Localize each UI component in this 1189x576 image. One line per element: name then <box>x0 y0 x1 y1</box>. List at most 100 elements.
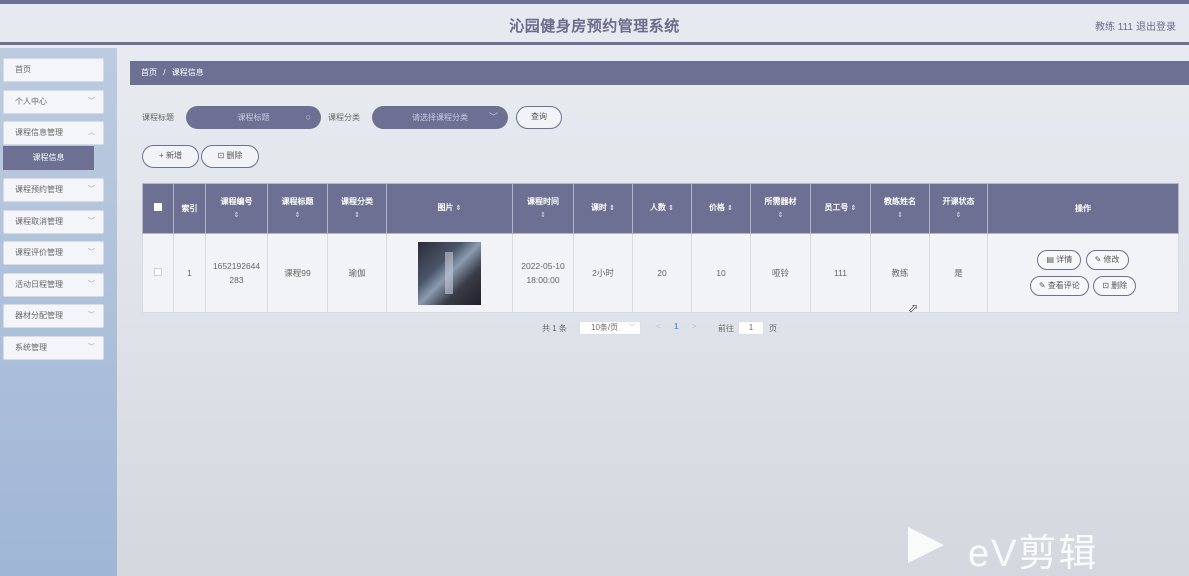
sidebar-item-personal[interactable]: 个人中心 ﹀ <box>3 90 104 114</box>
row-checkbox[interactable] <box>154 268 162 276</box>
column-header-people[interactable]: 人数 ⇕ <box>632 183 692 234</box>
edit-icon: ✎ <box>1094 255 1104 264</box>
sidebar: 首页 个人中心 ﹀ 课程信息管理 ︿ 课程信息 课程预约管理 ﹀ 课程取消管理 ﹀ 课程… <box>0 48 117 576</box>
sidebar-item-review-mgmt[interactable]: 课程评价管理 ﹀ <box>3 241 104 265</box>
sort-icon[interactable]: ⇕ <box>851 205 857 212</box>
chevron-down-icon: ﹀ <box>628 323 636 332</box>
sort-icon[interactable]: ⇕ <box>513 209 573 223</box>
cell-hours: 2小时 <box>573 233 633 313</box>
column-header-time[interactable]: 课程时间 ⇕ <box>512 183 574 234</box>
query-button[interactable]: 查询 <box>516 106 562 129</box>
pagination-total: 共 1 条 <box>542 324 567 333</box>
sidebar-item-cancel-mgmt[interactable]: 课程取消管理 ﹀ <box>3 210 104 234</box>
goto-page-input[interactable]: 1 <box>738 321 764 335</box>
breadcrumb: 首页 / 课程信息 <box>130 61 1189 85</box>
title-filter-label: 课程标题 <box>142 113 174 122</box>
category-select-placeholder: 请选择课程分类 <box>412 113 468 122</box>
delete-button[interactable]: ⊡ 删除 <box>201 145 259 168</box>
chevron-down-icon: ﹀ <box>88 344 95 351</box>
edit-icon: ✎ <box>1038 281 1048 290</box>
cell-index: 1 <box>173 233 206 313</box>
page-number-current[interactable]: 1 <box>674 322 678 331</box>
column-header-staff-no[interactable]: 员工号 ⇕ <box>810 183 871 234</box>
sort-icon[interactable]: ⇕ <box>609 205 615 212</box>
sidebar-item-course-info[interactable]: 课程信息 <box>3 146 94 170</box>
cell-coach: 教练 <box>870 233 930 313</box>
table-header-row: 索引 课程编号 ⇕ 课程标题 ⇕ 课程分类 ⇕ 图片 ⇕ 课程时间 ⇕ 课时 ⇕ 人数 … <box>142 183 1179 234</box>
trash-icon: ⊡ <box>1102 281 1112 290</box>
column-header-course-no[interactable]: 课程编号 ⇕ <box>205 183 268 234</box>
prev-page-button[interactable]: < <box>656 322 661 331</box>
logout-link[interactable]: 退出登录 <box>1136 18 1176 33</box>
breadcrumb-home[interactable]: 首页 <box>141 68 157 77</box>
sort-icon[interactable]: ⇕ <box>727 205 733 212</box>
course-image[interactable] <box>418 241 481 305</box>
row-delete-button[interactable]: ⊡ 删除 <box>1093 276 1137 296</box>
goto-label: 前往 <box>718 324 734 333</box>
sidebar-item-course-info-mgmt[interactable]: 课程信息管理 ︿ <box>3 121 104 145</box>
title-search-placeholder: 课程标题 <box>237 113 270 122</box>
view-reviews-button[interactable]: ✎ 查看评论 <box>1029 276 1089 296</box>
column-header-title[interactable]: 课程标题 ⇕ <box>267 183 328 234</box>
select-all-cell[interactable] <box>142 183 174 234</box>
edit-button[interactable]: ✎ 修改 <box>1085 250 1129 270</box>
cell-equipment: 哑铃 <box>750 233 811 313</box>
sidebar-item-home[interactable]: 首页 <box>3 58 104 82</box>
edit-button-label: 修改 <box>1103 255 1120 264</box>
detail-button[interactable]: ▤ 详情 <box>1037 250 1082 270</box>
sidebar-item-system-mgmt[interactable]: 系统管理 ﹀ <box>3 336 104 360</box>
sort-icon[interactable]: ⇕ <box>751 209 810 223</box>
column-header-hours[interactable]: 课时 ⇕ <box>573 183 633 234</box>
sidebar-item-equipment-mgmt[interactable]: 器材分配管理 ﹀ <box>3 304 104 328</box>
sidebar-item-label: 课程取消管理 <box>15 217 63 226</box>
select-all-checkbox[interactable] <box>154 202 162 211</box>
sidebar-item-schedule-mgmt[interactable]: 活动日程管理 ﹀ <box>3 273 104 297</box>
chevron-down-icon: ﹀ <box>88 98 95 105</box>
sort-icon[interactable]: ⇕ <box>668 205 674 212</box>
column-header-index: 索引 <box>173 183 206 234</box>
title-search-input[interactable]: 课程标题 ○ <box>186 106 321 129</box>
sidebar-item-label: 课程信息管理 <box>15 128 63 137</box>
cell-price: 10 <box>691 233 751 313</box>
sort-icon[interactable]: ⇕ <box>206 209 267 223</box>
course-table: 索引 课程编号 ⇕ 课程标题 ⇕ 课程分类 ⇕ 图片 ⇕ 课程时间 ⇕ 课时 ⇕ 人数 … <box>142 183 1179 313</box>
column-header-price[interactable]: 价格 ⇕ <box>691 183 751 234</box>
page-size-select[interactable]: 10条/页 ﹀ <box>579 321 641 335</box>
chevron-down-icon: ﹀ <box>88 312 95 319</box>
next-page-button[interactable]: > <box>692 322 697 331</box>
cell-status: 是 <box>929 233 988 313</box>
breadcrumb-separator: / <box>163 68 166 77</box>
row-select-cell[interactable] <box>142 233 174 313</box>
column-header-image[interactable]: 图片 ⇕ <box>386 183 513 234</box>
current-user: 教练 111 <box>1095 22 1133 33</box>
sidebar-item-label: 器材分配管理 <box>15 311 63 320</box>
sort-icon[interactable]: ⇕ <box>456 205 462 212</box>
breadcrumb-current: 课程信息 <box>171 68 204 77</box>
detail-button-label: 详情 <box>1056 255 1073 264</box>
cell-title: 课程99 <box>267 233 328 313</box>
category-select[interactable]: 请选择课程分类 ﹀ <box>372 106 508 129</box>
sort-icon[interactable]: ⇕ <box>871 209 929 223</box>
chevron-down-icon: ﹀ <box>488 112 498 122</box>
column-header-category[interactable]: 课程分类 ⇕ <box>327 183 387 234</box>
sort-icon[interactable]: ⇕ <box>268 209 327 223</box>
sort-icon[interactable]: ⇕ <box>328 209 386 223</box>
chevron-down-icon: ﹀ <box>88 249 95 256</box>
delete-button-label: 删除 <box>226 151 243 160</box>
add-button[interactable]: + 新增 <box>142 145 199 168</box>
column-header-status[interactable]: 开课状态 ⇕ <box>929 183 988 234</box>
sidebar-item-booking-mgmt[interactable]: 课程预约管理 ﹀ <box>3 178 104 202</box>
column-header-equipment[interactable]: 所需器材 ⇕ <box>750 183 811 234</box>
column-header-coach[interactable]: 教练姓名 ⇕ <box>870 183 930 234</box>
cell-course-no: 1652192644283 <box>205 233 268 313</box>
mouse-cursor-icon: ⬀ <box>908 301 919 315</box>
chevron-down-icon: ﹀ <box>88 218 95 225</box>
table-row: 1 1652192644283 课程99 瑜伽 2022-05-10 18:00… <box>142 233 1179 313</box>
search-icon: ○ <box>305 112 311 122</box>
row-delete-button-label: 删除 <box>1111 281 1128 290</box>
chevron-down-icon: ﹀ <box>88 186 95 193</box>
top-bar: 沁园健身房预约管理系统 教练 111 退出登录 <box>0 0 1189 45</box>
cell-category: 瑜伽 <box>327 233 387 313</box>
sort-icon[interactable]: ⇕ <box>930 209 987 223</box>
document-icon: ▤ <box>1046 255 1057 264</box>
